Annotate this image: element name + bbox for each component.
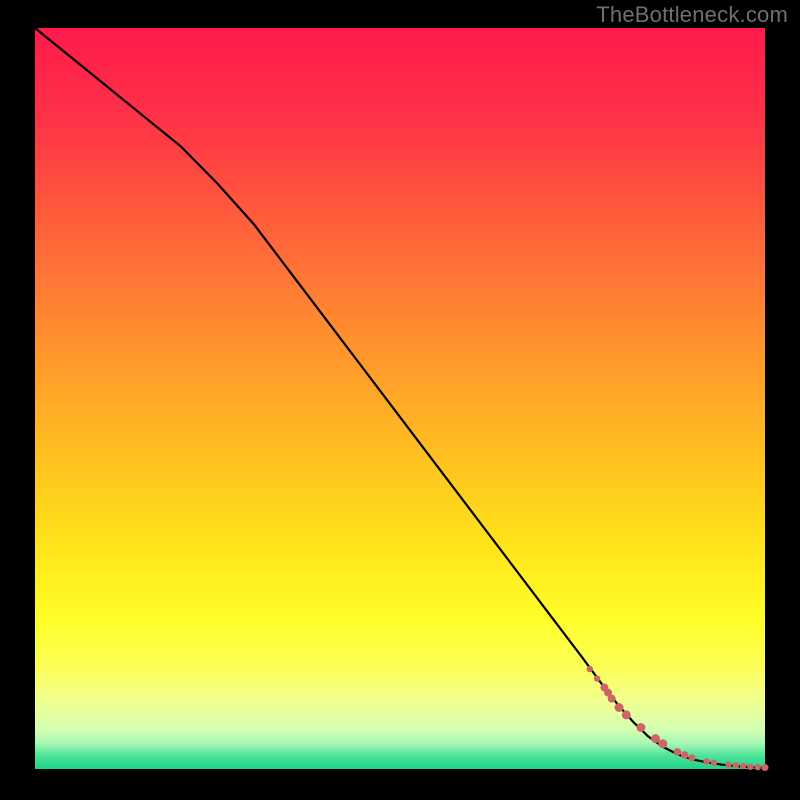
attribution-text: TheBottleneck.com	[596, 2, 788, 28]
curve-marker	[733, 762, 739, 768]
curve-marker	[689, 754, 696, 761]
curve-marker	[740, 763, 746, 769]
plot-background	[35, 28, 765, 769]
curve-marker	[725, 761, 731, 767]
curve-marker	[747, 764, 753, 770]
curve-marker	[615, 703, 624, 712]
curve-marker	[762, 764, 769, 771]
curve-marker	[636, 723, 645, 732]
curve-marker	[703, 758, 709, 764]
bottleneck-chart	[0, 0, 800, 800]
curve-marker	[651, 734, 660, 743]
curve-marker	[587, 666, 593, 672]
curve-marker	[658, 739, 667, 748]
curve-marker	[622, 710, 631, 719]
curve-marker	[594, 675, 600, 681]
curve-marker	[755, 764, 761, 770]
curve-marker	[711, 760, 717, 766]
curve-marker	[681, 751, 689, 759]
chart-stage: { "attribution": "TheBottleneck.com", "p…	[0, 0, 800, 800]
curve-marker	[608, 695, 616, 703]
curve-marker	[674, 748, 682, 756]
